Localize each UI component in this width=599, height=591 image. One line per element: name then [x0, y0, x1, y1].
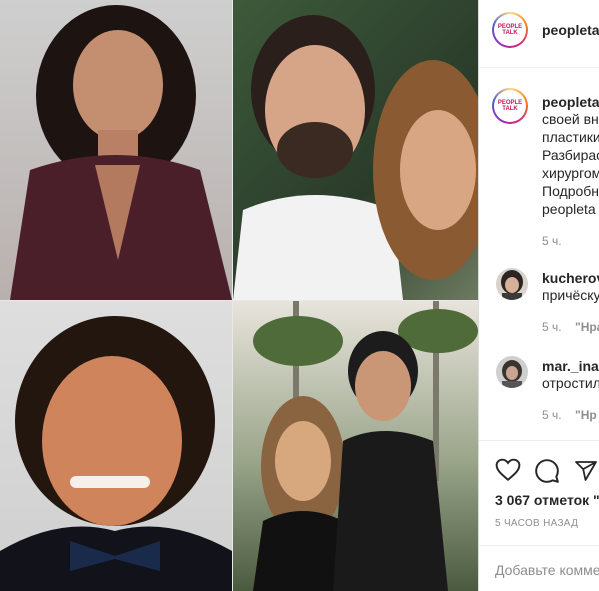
comment-avatar[interactable]: [496, 356, 528, 388]
heart-icon[interactable]: [495, 458, 521, 482]
caption-line: Разбирас: [542, 147, 599, 163]
photo-top-right: [233, 0, 478, 300]
photo-bottom-left: [0, 301, 232, 591]
comment-like-count[interactable]: "Нра: [575, 320, 599, 334]
couple-palms-illustration: [253, 301, 478, 591]
actions-divider: [479, 440, 599, 441]
caption-line: пластики: [542, 129, 599, 145]
post-image[interactable]: [0, 0, 478, 591]
comment-input-divider: [479, 545, 599, 546]
peopletalk-logo: PEOPLE TALK: [497, 24, 523, 36]
man-dark-shirt-illustration: [10, 5, 232, 300]
likes-count[interactable]: 3 067 отметок "Н: [495, 492, 599, 508]
share-icon[interactable]: [574, 459, 598, 483]
comment-text: причёску: [542, 287, 599, 303]
caption-line: Подробн: [542, 183, 599, 199]
comment-username[interactable]: mar._ina0: [542, 358, 599, 374]
posted-time[interactable]: 5 ЧАСОВ НАЗАД: [495, 518, 578, 529]
caption-username[interactable]: peopleta: [542, 94, 599, 110]
comment-time[interactable]: 5 ч.: [542, 408, 562, 422]
add-comment-input[interactable]: Добавьте комме: [495, 562, 599, 578]
comment-text: отростил: [542, 375, 599, 391]
caption-avatar[interactable]: PEOPLE TALK: [492, 88, 528, 124]
caption-time[interactable]: 5 ч.: [542, 234, 562, 248]
caption-link[interactable]: peopleta: [542, 200, 596, 218]
caption-line: своей вн: [542, 111, 599, 127]
comment-avatar[interactable]: [496, 268, 528, 300]
account-username[interactable]: peopleta: [542, 22, 599, 38]
header-divider: [479, 67, 599, 68]
couple-selfie-illustration: [233, 15, 478, 300]
comment-time[interactable]: 5 ч.: [542, 320, 562, 334]
man-bowtie-illustration: [0, 316, 232, 591]
photo-bottom-right: [233, 301, 478, 591]
comment-like-count[interactable]: "Нр: [575, 408, 597, 422]
comment-username[interactable]: kucherov: [542, 270, 599, 286]
peopletalk-logo: PEOPLE TALK: [497, 100, 523, 112]
caption-line: хирургом: [542, 165, 599, 181]
account-avatar[interactable]: PEOPLE TALK: [492, 12, 528, 48]
photo-top-left: [0, 0, 232, 300]
post-sidebar: PEOPLE TALK peopleta PEOPLE TALK peopleta …: [478, 0, 599, 591]
comment-icon[interactable]: [534, 458, 560, 484]
